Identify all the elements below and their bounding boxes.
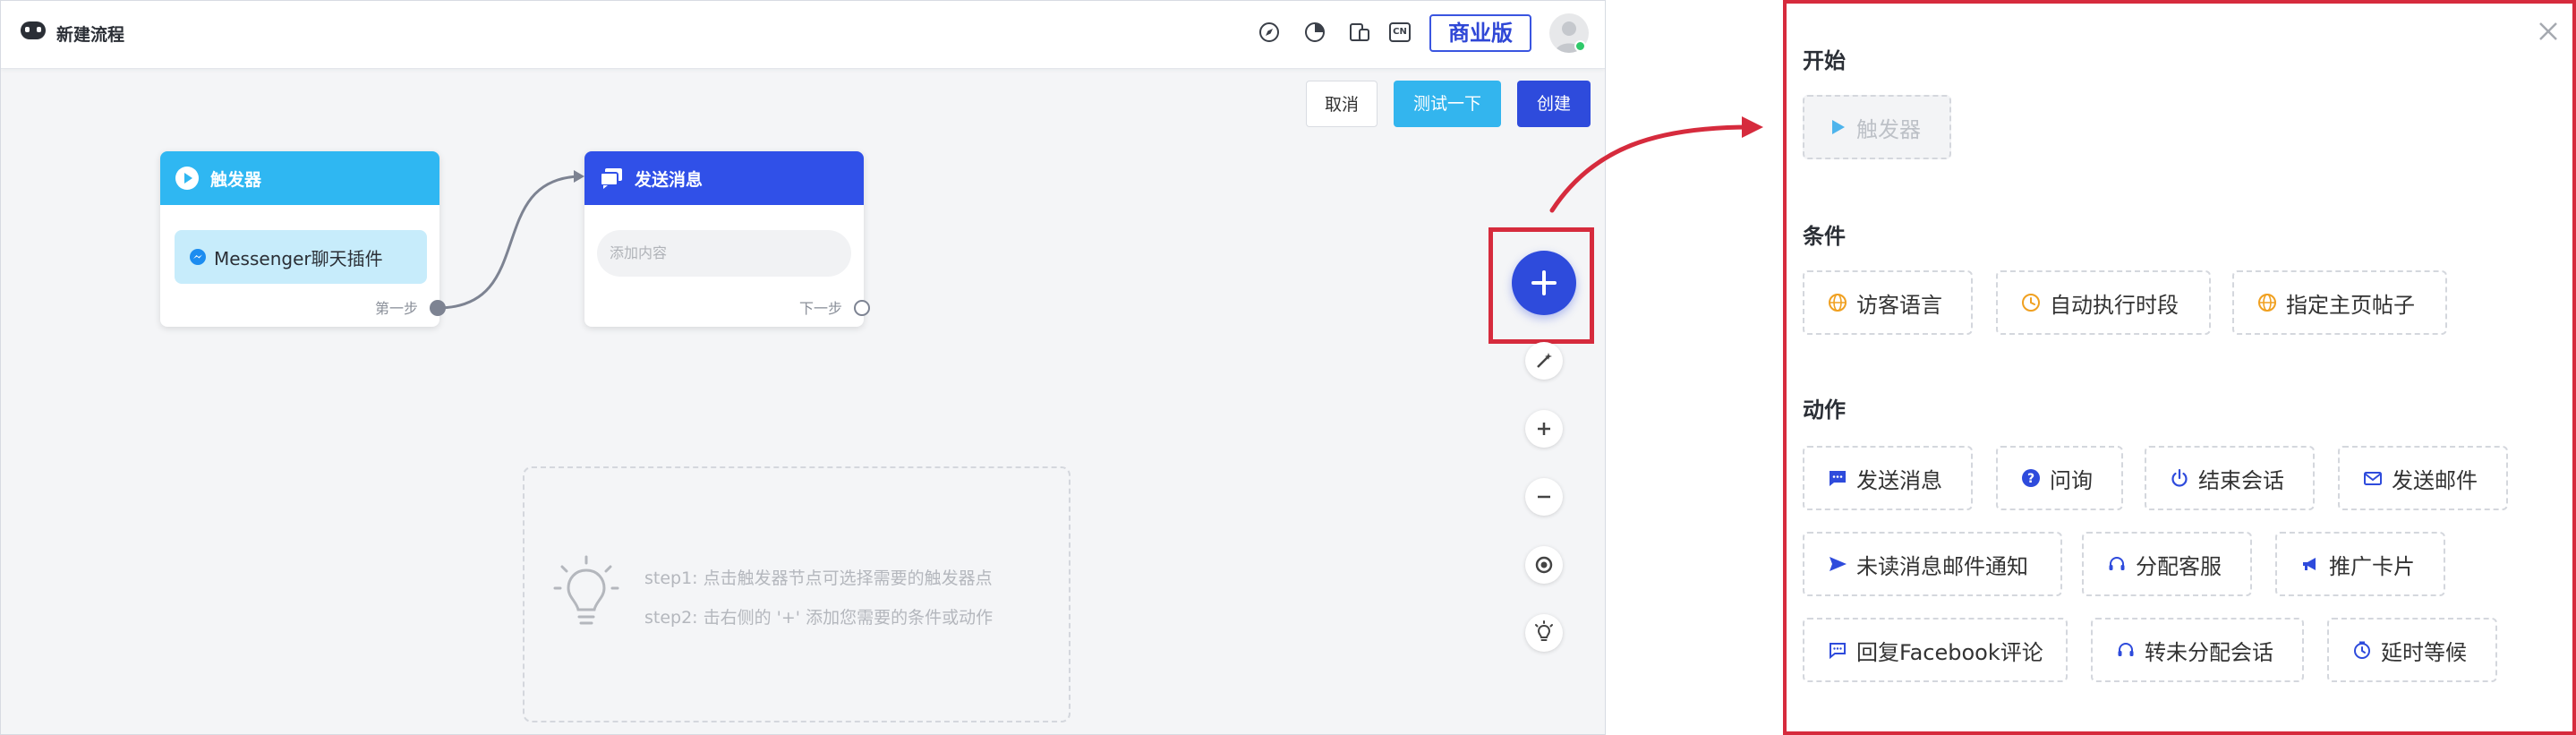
- send-message-node[interactable]: 发送消息 添加内容 下一步: [584, 151, 864, 327]
- trigger-chip[interactable]: Messenger聊天插件: [175, 230, 427, 284]
- message-icon: [1830, 471, 1846, 486]
- option-label: 推广卡片: [2329, 553, 2415, 579]
- locate-button[interactable]: [1525, 546, 1563, 584]
- headset-icon: [2109, 557, 2125, 570]
- messenger-icon: [190, 249, 206, 265]
- tips-box: step1: 点击触发器节点可选择需要的触发器点 step2: 击右侧的 '+'…: [523, 466, 1070, 722]
- wand-icon: [1537, 353, 1552, 368]
- option-page-post[interactable]: 指定主页帖子: [2232, 270, 2447, 335]
- trigger-node[interactable]: 触发器 Messenger聊天插件 第一步: [160, 151, 439, 327]
- zoom-out-icon: [1538, 495, 1550, 499]
- add-content-input[interactable]: 添加内容: [597, 230, 851, 277]
- section-conditions-title: 条件: [1803, 224, 1846, 249]
- play-icon: [1832, 120, 1845, 134]
- option-label: 问询: [2050, 467, 2093, 493]
- option-label: 发送邮件: [2392, 467, 2478, 493]
- option-label: 结束会话: [2198, 467, 2284, 493]
- option-label: 自动执行时段: [2050, 292, 2179, 318]
- magic-wand-tool[interactable]: [1525, 342, 1563, 380]
- mail-icon: [2364, 472, 2382, 485]
- send-node-header: 发送消息: [584, 151, 864, 205]
- flow-editor: 新建流程 CN 商业版 取消 测试一下 创建 触发器 Messenger聊天插件…: [0, 0, 1606, 735]
- zoom-out-button[interactable]: [1525, 478, 1563, 516]
- option-label: 访客语言: [1856, 292, 1942, 318]
- globe-icon: [1829, 294, 1847, 312]
- tip-step1: step1: 点击触发器节点可选择需要的触发器点: [644, 568, 993, 588]
- option-inquiry[interactable]: ? 问询: [1996, 446, 2123, 510]
- zoom-in-button[interactable]: [1525, 410, 1563, 448]
- section-start-title: 开始: [1803, 48, 1846, 73]
- add-node-button[interactable]: [1512, 251, 1576, 315]
- trigger-chip-label: Messenger聊天插件: [214, 247, 383, 269]
- send-node-footer: 下一步: [798, 300, 842, 317]
- option-label: 分配客服: [2136, 553, 2222, 579]
- timer-icon: [2354, 641, 2370, 659]
- comment-icon: [1830, 643, 1846, 660]
- section-actions-title: 动作: [1803, 397, 1846, 423]
- trigger-node-footer: 第一步: [374, 300, 418, 317]
- zoom-in-icon: [1538, 423, 1550, 435]
- lightbulb-icon: [553, 555, 619, 625]
- option-visitor-language[interactable]: 访客语言: [1803, 270, 1973, 335]
- option-reply-facebook-comment[interactable]: 回复Facebook评论: [1803, 618, 2068, 682]
- send-output-port[interactable]: [854, 300, 870, 316]
- plus-icon: [1531, 270, 1557, 295]
- option-label: 回复Facebook评论: [1856, 639, 2043, 665]
- trigger-node-header: 触发器: [160, 151, 439, 205]
- headset-icon: [2118, 643, 2134, 656]
- chat-bubbles-icon: [600, 168, 622, 189]
- target-icon: [1535, 556, 1553, 574]
- play-circle-icon: [175, 167, 199, 190]
- option-delay-wait[interactable]: 延时等候: [2327, 618, 2497, 682]
- question-icon: ?: [2022, 469, 2040, 487]
- option-send-message[interactable]: 发送消息: [1803, 446, 1973, 510]
- option-label: 发送消息: [1856, 467, 1942, 493]
- option-label: 指定主页帖子: [2286, 292, 2415, 318]
- svg-text:?: ?: [2027, 472, 2034, 486]
- option-assign-agent[interactable]: 分配客服: [2082, 532, 2252, 596]
- option-end-session[interactable]: 结束会话: [2145, 446, 2315, 510]
- trigger-output-port[interactable]: [430, 300, 446, 316]
- annotation-arrow: [1549, 116, 1763, 213]
- send-node-title: 发送消息: [635, 169, 704, 190]
- clock-icon: [2022, 294, 2040, 312]
- tip-step2: step2: 击右侧的 '+' 添加您需要的条件或动作: [644, 608, 994, 628]
- bulb-small-icon: [1535, 620, 1553, 641]
- option-label: 未读消息邮件通知: [1856, 553, 2028, 579]
- send-icon: [1830, 557, 1847, 571]
- trigger-node-title: 触发器: [210, 169, 262, 190]
- node-picker-panel: 开始 触发器 条件 访客语言 自动执行时段 指定主页帖子 动作 发送消息 ? 问…: [1783, 0, 2576, 735]
- close-icon[interactable]: [2535, 18, 2562, 45]
- globe-icon: [2258, 294, 2276, 312]
- option-promo-card[interactable]: 推广卡片: [2275, 532, 2445, 596]
- option-transfer-unassigned[interactable]: 转未分配会话: [2091, 618, 2304, 682]
- tips-toggle-button[interactable]: [1525, 614, 1563, 652]
- option-send-email[interactable]: 发送邮件: [2338, 446, 2508, 510]
- option-label: 触发器: [1856, 116, 1921, 142]
- megaphone-icon: [2303, 558, 2316, 570]
- option-trigger: 触发器: [1803, 95, 1951, 159]
- power-icon: [2171, 468, 2188, 487]
- option-label: 转未分配会话: [2145, 639, 2273, 665]
- option-auto-schedule[interactable]: 自动执行时段: [1996, 270, 2211, 335]
- option-label: 延时等候: [2381, 639, 2467, 665]
- option-unread-email-notify[interactable]: 未读消息邮件通知: [1803, 532, 2062, 596]
